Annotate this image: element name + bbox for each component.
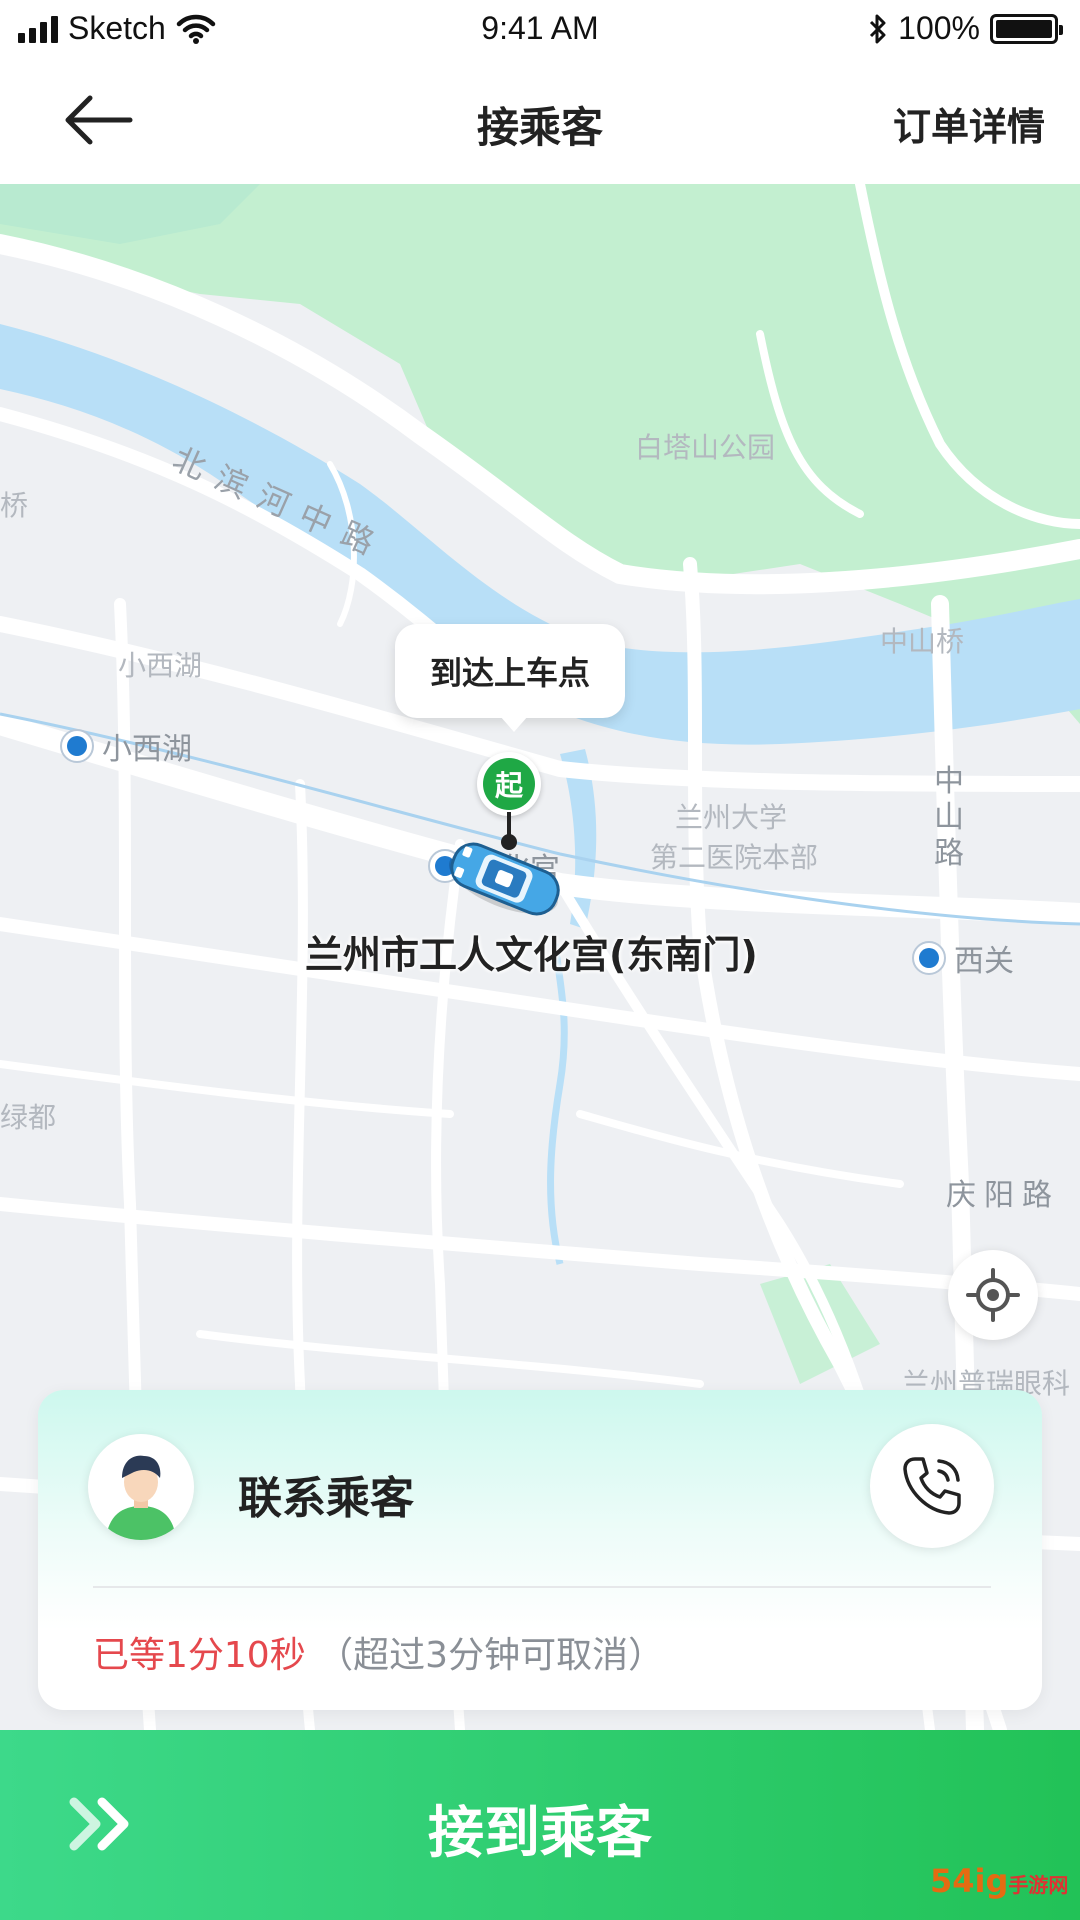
arrow-left-icon (65, 95, 133, 145)
card-divider (93, 1586, 991, 1588)
order-detail-link[interactable]: 订单详情 (893, 96, 1045, 151)
battery-icon (990, 13, 1063, 44)
metro-icon (60, 729, 94, 763)
map-label-zhongshan-road: 中山路 (934, 764, 964, 871)
wait-status: 已等1分10秒 （超过3分钟可取消） (93, 1626, 664, 1678)
nav-bar: 接乘客 订单详情 (0, 60, 1080, 184)
avatar-icon (106, 1455, 176, 1540)
signal-icon (18, 15, 58, 43)
wifi-icon (176, 14, 216, 44)
contact-passenger-label: 联系乘客 (238, 1473, 414, 1524)
map-label-qingyang-road: 庆阳路 (946, 1178, 1060, 1213)
metro-station-xixihu[interactable]: 小西湖 (60, 724, 192, 768)
battery-fill (996, 19, 1052, 38)
pickup-place-label: 兰州市工人文化宫(东南门) (305, 933, 758, 977)
watermark-text: 54ig (930, 1862, 1009, 1900)
map-label-lvdu: 绿都 (0, 1101, 57, 1134)
wait-elapsed: 已等1分10秒 (93, 1635, 306, 1676)
watermark-sub: 手游网 (1008, 1873, 1069, 1897)
map-label-bridge-left: 桥 (0, 489, 29, 522)
start-marker: 起 (477, 752, 541, 816)
picked-up-slider[interactable]: 接到乘客 (0, 1730, 1080, 1920)
phone-icon (903, 1457, 961, 1515)
locate-icon (966, 1268, 1020, 1322)
status-left: Sketch (18, 10, 216, 47)
picked-up-label: 接到乘客 (428, 1801, 652, 1866)
status-right: 100% (868, 10, 1063, 47)
status-bar: Sketch 9:41 AM 100% (0, 0, 1080, 60)
metro-station-xiguan[interactable]: 西关 (912, 936, 1014, 980)
metro-icon (912, 941, 946, 975)
passenger-card: 联系乘客 已等1分10秒 （超过3分钟可取消） (38, 1390, 1042, 1710)
carrier-label: Sketch (68, 10, 166, 46)
pickup-bubble: 到达上车点 (395, 624, 625, 732)
call-button[interactable] (870, 1424, 994, 1548)
metro-label: 西关 (954, 944, 1014, 979)
double-chevron-right-icon[interactable] (68, 1792, 138, 1856)
map-label-xixihu: 小西湖 (118, 649, 203, 682)
locate-button[interactable] (948, 1250, 1038, 1340)
map-label-hospital-line2: 第二医院本部 (650, 841, 819, 874)
back-button[interactable] (58, 88, 138, 152)
wait-cancel-note: （超过3分钟可取消） (317, 1635, 665, 1676)
bluetooth-icon (870, 14, 886, 43)
start-marker-label: 起 (483, 758, 535, 810)
map-label-park: 白塔山公园 (635, 431, 776, 464)
watermark-logo: 54ig手游网 (930, 1862, 1068, 1900)
map-label-zhongshan-bridge: 中山桥 (880, 625, 965, 658)
map-label-hospital-line1: 兰州大学 (675, 801, 788, 834)
passenger-avatar (88, 1434, 194, 1540)
taxi-car-icon (448, 842, 560, 916)
metro-label: 小西湖 (102, 732, 192, 767)
battery-percent: 100% (898, 10, 980, 46)
